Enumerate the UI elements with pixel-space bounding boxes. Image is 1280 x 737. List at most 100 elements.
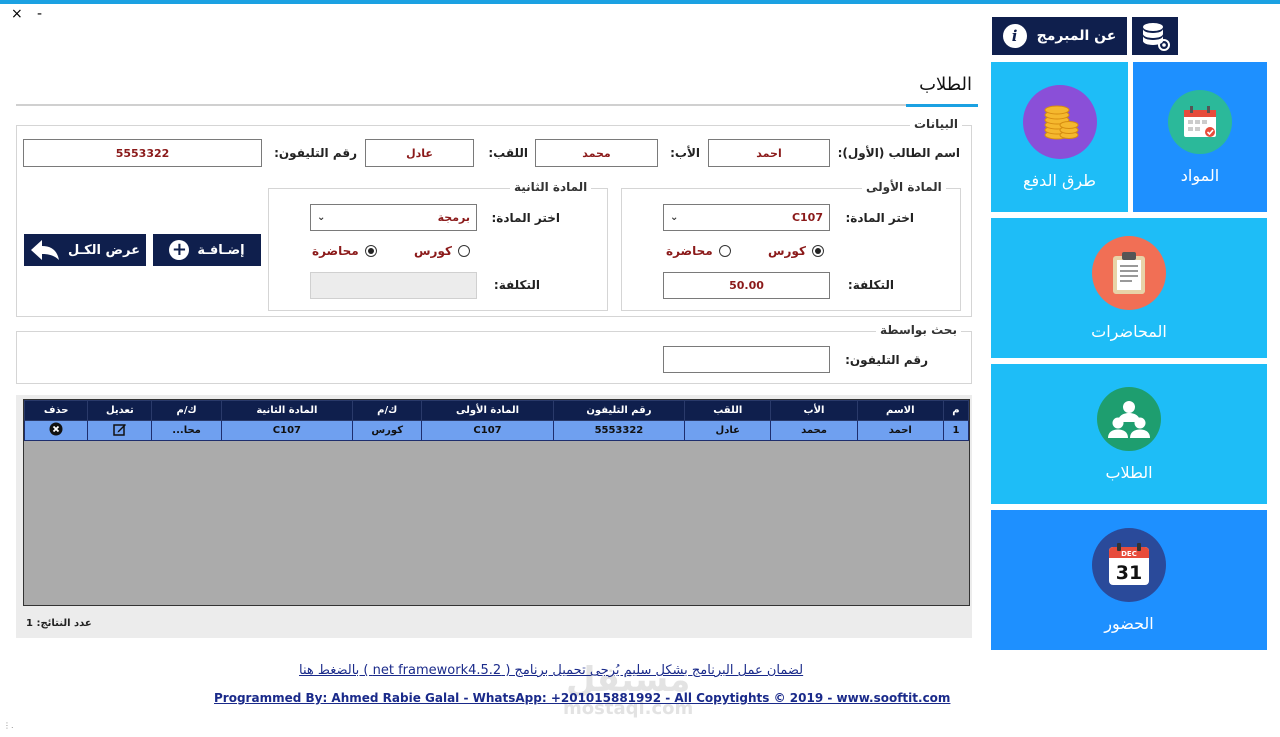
delete-icon[interactable] <box>49 422 63 436</box>
phone-input[interactable]: 5553322 <box>23 139 262 167</box>
table-cell[interactable]: محمد <box>770 420 858 441</box>
subject2-cost-input[interactable] <box>310 272 477 299</box>
subject2-radio-lecture-label: محاضرة <box>312 244 359 258</box>
column-header[interactable]: رقم التليفون <box>552 400 686 421</box>
window-top-accent <box>0 0 1280 4</box>
calendar-day-text: 31 <box>1116 562 1142 584</box>
subject2-radio-lecture[interactable]: محاضرة <box>312 244 377 258</box>
results-count: عدد النتائج: 1 <box>26 618 92 629</box>
phone-label: رقم التليفون: <box>274 146 357 160</box>
table-cell[interactable]: احمد <box>856 420 944 441</box>
surname-input[interactable]: عادل <box>365 139 474 167</box>
search-group-title: بحث بواسطة <box>876 323 961 337</box>
subject2-radio-course[interactable]: كورس <box>414 244 470 258</box>
table-cell[interactable]: كورس <box>352 420 423 441</box>
subject1-cost-label: التكلفة: <box>847 278 894 292</box>
father-input[interactable]: محمد <box>535 139 658 167</box>
close-button[interactable]: × <box>11 6 23 22</box>
programmer-credit-link[interactable]: Programmed By: Ahmed Rabie Galal - Whats… <box>214 691 950 705</box>
tile-attendance[interactable]: DEC 31 الحضور <box>991 510 1267 650</box>
calendar-icon <box>1168 89 1232 154</box>
father-label: الأب: <box>670 146 700 160</box>
table-cell[interactable]: محا... <box>151 420 222 441</box>
edit-icon[interactable] <box>113 422 127 436</box>
database-settings-icon <box>1143 23 1170 51</box>
plus-circle-icon: + <box>169 240 190 260</box>
add-button[interactable]: + إضـافـة <box>153 234 261 266</box>
tile-lectures[interactable]: المحاضرات <box>991 218 1267 358</box>
subject1-select[interactable]: ⌄ C107 <box>663 204 830 231</box>
subject1-radio-lecture-dot[interactable] <box>718 245 731 257</box>
coins-icon <box>1022 84 1097 159</box>
edit-cell[interactable] <box>87 420 153 441</box>
subject1-group-title: المادة الأولى <box>862 180 946 194</box>
table-cell[interactable]: عادل <box>684 420 772 441</box>
add-button-label: إضـافـة <box>197 242 245 258</box>
column-header[interactable]: الأب <box>770 400 858 421</box>
column-header[interactable]: ك/م <box>352 400 423 421</box>
subject1-radio-course[interactable]: كورس <box>768 244 824 258</box>
tile-subjects[interactable]: المواد <box>1133 62 1267 212</box>
student-data-group-title: البيانات <box>910 117 962 131</box>
table-cell[interactable]: 1 <box>942 420 970 441</box>
chevron-down-icon: ⌄ <box>317 212 326 223</box>
student-name-input[interactable]: احمد <box>708 139 830 167</box>
column-header[interactable]: الاسم <box>856 400 944 421</box>
search-phone-label: رقم التليفون: <box>845 353 928 367</box>
subject1-radio-lecture-label: محاضرة <box>666 244 713 258</box>
subject2-radio-lecture-dot[interactable] <box>364 245 377 257</box>
subject2-cost-label: التكلفة: <box>493 278 540 292</box>
table-cell[interactable]: C107 <box>421 420 554 441</box>
students-table[interactable]: م الاسم الأب اللقب رقم التليفون المادة ا… <box>23 399 970 606</box>
page-title: الطلاب <box>919 74 972 95</box>
clipboard-icon <box>1092 235 1166 310</box>
surname-label: اللقب: <box>488 146 528 160</box>
calendar-date-icon: DEC 31 <box>1092 527 1166 602</box>
table-header-row: م الاسم الأب اللقب رقم التليفون المادة ا… <box>23 400 970 421</box>
subject1-choose-label: اختر المادة: <box>845 211 914 225</box>
subject2-select[interactable]: ⌄ برمجة <box>310 204 477 231</box>
back-arrow-icon <box>31 240 60 260</box>
subject1-radio-course-label: كورس <box>768 244 806 258</box>
column-header[interactable]: ك/م <box>151 400 222 421</box>
tile-students-label: الطلاب <box>1105 462 1153 482</box>
subject2-radio-course-dot[interactable] <box>457 245 470 257</box>
subject2-group-title: المادة الثانية <box>510 180 592 194</box>
table-row[interactable]: 1 احمد محمد عادل 5553322 C107 كورس C107 … <box>23 420 970 441</box>
about-programmer-label: عن المبرمج <box>1036 28 1117 44</box>
tile-attendance-label: الحضور <box>1104 613 1154 633</box>
active-tab-underline <box>906 104 978 107</box>
column-header[interactable]: تعديل <box>87 400 153 421</box>
column-header[interactable]: حذف <box>23 400 89 421</box>
student-name-label: اسم الطالب (الأول): <box>837 146 960 160</box>
database-button[interactable] <box>1132 17 1178 55</box>
column-header[interactable]: م <box>942 400 970 421</box>
calendar-month-text: DEC <box>1121 550 1137 558</box>
chevron-down-icon: ⌄ <box>670 212 679 223</box>
tile-payment-methods[interactable]: طرق الدفع <box>991 62 1128 212</box>
subject2-choose-label: اختر المادة: <box>491 211 560 225</box>
subject1-cost-input[interactable]: 50.00 <box>663 272 830 299</box>
tile-payment-methods-label: طرق الدفع <box>1023 170 1096 190</box>
minimize-button[interactable]: - <box>37 6 42 22</box>
search-phone-input[interactable] <box>663 346 830 373</box>
show-all-button-label: عرض الكـل <box>68 242 140 258</box>
column-header[interactable]: اللقب <box>684 400 772 421</box>
table-cell[interactable]: C107 <box>220 420 354 441</box>
users-icon <box>1097 386 1161 451</box>
column-header[interactable]: المادة الأولى <box>421 400 554 421</box>
column-header[interactable]: المادة الثانية <box>220 400 354 421</box>
about-programmer-button[interactable]: i عن المبرمج <box>992 17 1127 55</box>
resize-grip-icon[interactable]: ⋮. <box>3 722 14 732</box>
delete-cell[interactable] <box>23 420 89 441</box>
subject1-radio-lecture[interactable]: محاضرة <box>666 244 731 258</box>
title-divider <box>16 104 978 106</box>
tile-students[interactable]: الطلاب <box>991 364 1267 504</box>
subject2-select-value: برمجة <box>437 211 470 224</box>
tile-lectures-label: المحاضرات <box>1091 321 1167 341</box>
dotnet-download-link[interactable]: لضمان عمل البرنامج بشكل سليم يُرجى تحميل… <box>299 663 803 678</box>
subject2-radio-course-label: كورس <box>414 244 452 258</box>
table-cell[interactable]: 5553322 <box>552 420 686 441</box>
subject1-radio-course-dot[interactable] <box>811 245 824 257</box>
show-all-button[interactable]: عرض الكـل <box>24 234 146 266</box>
